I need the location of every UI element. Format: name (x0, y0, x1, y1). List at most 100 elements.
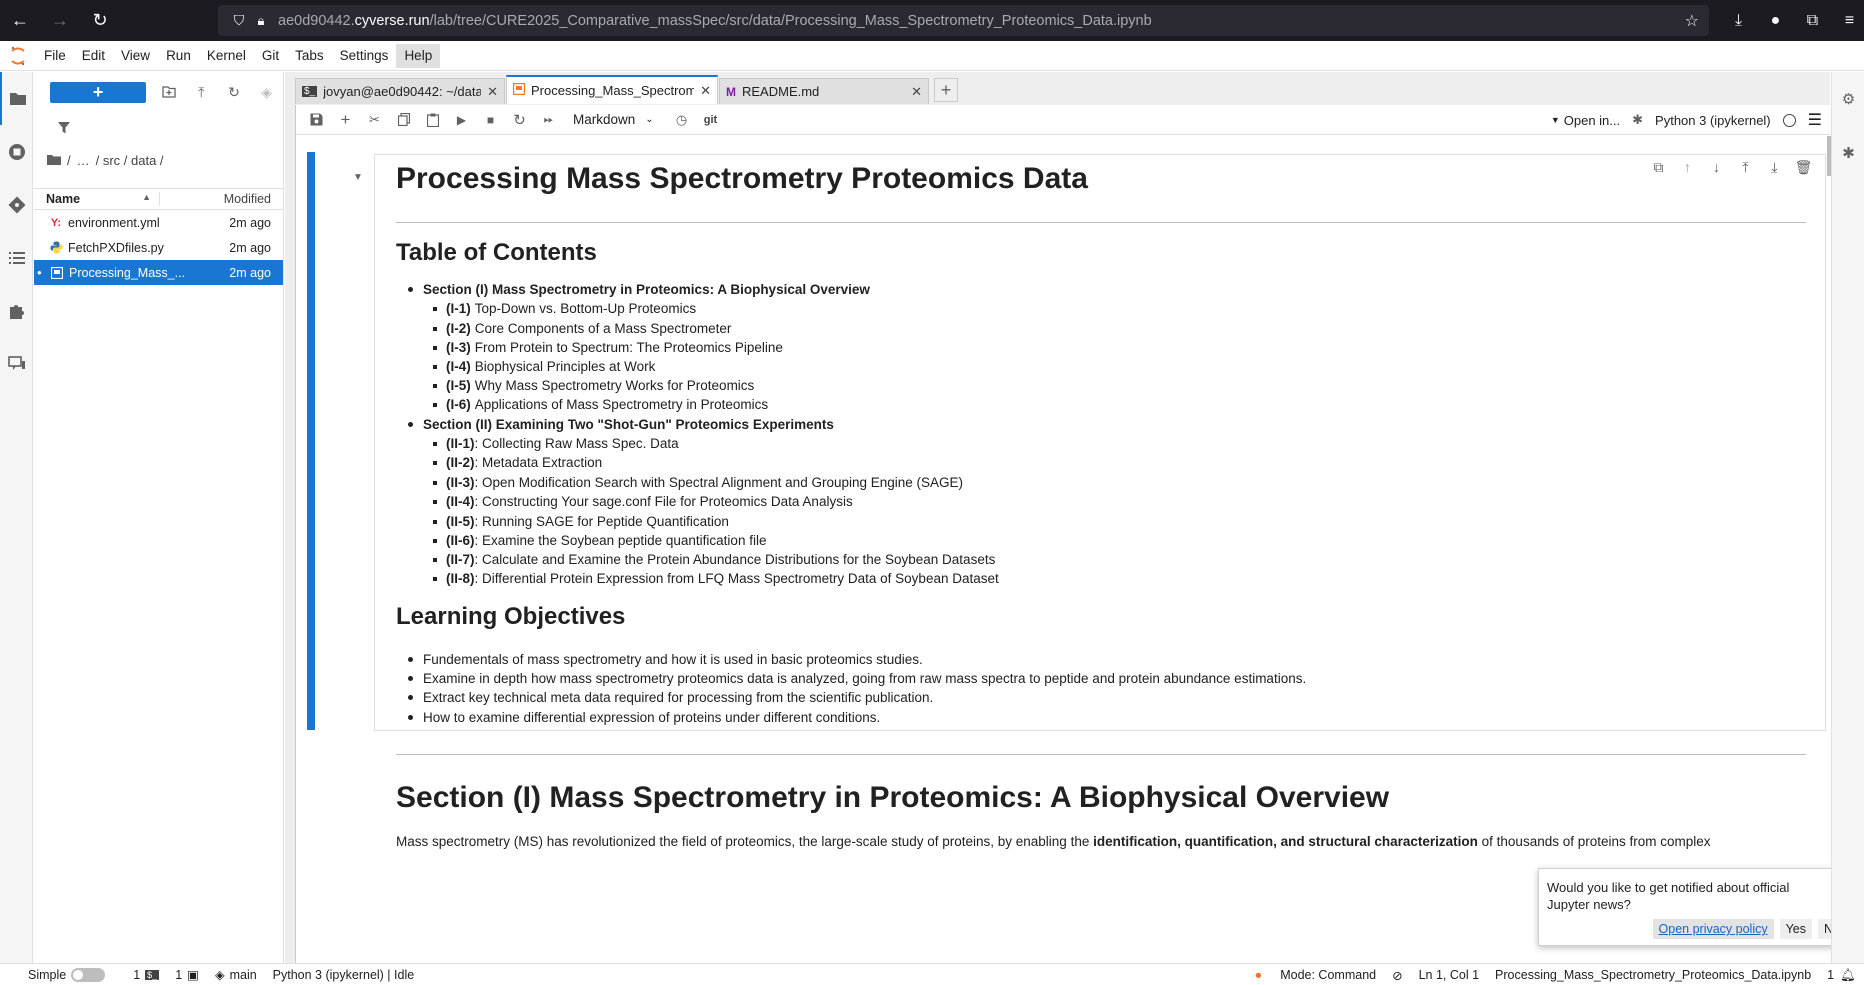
objective-item: Extract key technical meta data required… (408, 690, 933, 705)
app-menu-icon[interactable]: ≡ (1831, 12, 1864, 30)
fast-forward-icon[interactable]: ⏩︎ (534, 105, 563, 135)
cell-type-dropdown[interactable]: Markdown ⌄ (573, 112, 667, 127)
menu-git[interactable]: Git (254, 44, 287, 68)
reload-icon[interactable]: ↻ (80, 0, 120, 41)
tab-readme[interactable]: M README.md ✕ (719, 78, 929, 104)
save-icon[interactable] (302, 105, 331, 135)
filter-icon[interactable] (34, 112, 283, 144)
column-modified-header[interactable]: Modified (160, 192, 283, 206)
kernel-name[interactable]: Python 3 (ipykernel) (1655, 113, 1771, 128)
menu-tabs[interactable]: Tabs (287, 44, 332, 68)
stop-icon[interactable]: ■ (476, 105, 505, 135)
cut-icon[interactable]: ✂ (360, 105, 389, 135)
menu-kernel[interactable]: Kernel (199, 44, 254, 68)
toc-item: (I-4) Biophysical Principles at Work (433, 359, 655, 374)
tab-terminal[interactable]: $_ jovyan@ae0d90442: ~/data- ✕ (295, 78, 505, 104)
restart-icon[interactable]: ↻ (505, 105, 534, 135)
jupyter-news-icon[interactable]: ● (1255, 968, 1263, 982)
tab-notebook[interactable]: Processing_Mass_Spectrome ✕ (506, 75, 718, 104)
open-in-dropdown[interactable]: ▼ Open in... (1551, 113, 1620, 128)
git-branch[interactable]: ◈ main (215, 967, 257, 983)
menu-help[interactable]: Help (396, 43, 441, 68)
menu-file[interactable]: File (36, 44, 74, 68)
breadcrumb-folder-icon[interactable] (47, 153, 61, 168)
terminal-count[interactable]: 1 $_ (133, 968, 160, 982)
trusted-icon[interactable]: ⊘ (1392, 968, 1402, 983)
file-row[interactable]: Y: environment.yml 2m ago (34, 210, 283, 235)
kernel-status[interactable]: Python 3 (ipykernel) | Idle (273, 968, 415, 982)
running-sessions-icon[interactable] (0, 125, 33, 178)
close-icon[interactable]: ✕ (700, 83, 711, 99)
bookmark-star-icon[interactable]: ☆ (1685, 11, 1699, 31)
menu-run[interactable]: Run (158, 44, 199, 68)
notebook-tab-icon (512, 82, 526, 98)
move-up-icon[interactable]: ↑ (1678, 159, 1697, 176)
add-tab-button[interactable]: + (934, 78, 958, 102)
notification-count[interactable]: 1 (1827, 968, 1834, 982)
cell-collapser[interactable] (307, 152, 315, 730)
menu-bar: File Edit View Run Kernel Git Tabs Setti… (0, 41, 1864, 71)
copy-icon[interactable] (389, 105, 418, 135)
menu-settings[interactable]: Settings (332, 44, 397, 68)
file-row[interactable]: FetchPXDfiles.py 2m ago (34, 235, 283, 260)
back-icon[interactable]: ← (0, 0, 40, 41)
downloads-icon[interactable]: ⤓ (1720, 12, 1757, 30)
heading-collapse-icon[interactable]: ▼ (353, 172, 363, 183)
kernel-chip-icon: ▣ (187, 968, 199, 982)
yes-button[interactable]: Yes (1779, 919, 1813, 939)
forward-icon[interactable]: → (40, 0, 80, 41)
menu-view[interactable]: View (113, 44, 158, 68)
move-down-icon[interactable]: ↓ (1707, 159, 1726, 176)
breadcrumb-ellipsis[interactable]: … (77, 153, 90, 168)
toc-item: (II-5): Running SAGE for Peptide Quantif… (433, 514, 729, 529)
shield-icon[interactable]: ⛉ (228, 12, 250, 29)
objective-item: Fundementals of mass spectrometry and ho… (408, 652, 923, 667)
clock-icon[interactable]: ◷ (667, 105, 696, 135)
simple-mode-toggle[interactable] (71, 967, 106, 982)
main-dock-area: $_ jovyan@ae0d90442: ~/data- ✕ Processin… (285, 72, 1831, 963)
upload-icon[interactable]: ⤒ (185, 84, 218, 101)
git-icon[interactable] (0, 178, 33, 231)
git-diff-button[interactable]: git (696, 105, 725, 135)
insert-below-icon[interactable]: ⤓ (1765, 159, 1784, 176)
file-row-selected[interactable]: ● Processing_Mass_... 2m ago (34, 260, 283, 285)
bug-icon[interactable]: ✱ (1632, 112, 1643, 128)
folder-icon[interactable] (0, 72, 33, 125)
column-name-header[interactable]: Name ▲ (34, 192, 160, 206)
new-launcher-button[interactable]: + (50, 81, 147, 103)
simple-mode[interactable]: Simple (28, 967, 106, 982)
git-clone-icon[interactable]: ◈ (250, 84, 283, 101)
section-heading: Section (I) Mass Spectrometry in Proteom… (396, 781, 1390, 814)
breadcrumb-path[interactable]: / src / data / (96, 153, 164, 168)
notebook-panel: + ✂ ▶ ■ ↻ ⏩︎ Markdown ⌄ ◷ git ▼ Open in..… (295, 105, 1831, 963)
delete-cell-icon[interactable]: 🗑︎ (1794, 159, 1813, 176)
menu-edit[interactable]: Edit (74, 44, 113, 68)
duplicate-cell-icon[interactable]: ⧉ (1649, 159, 1668, 176)
run-icon[interactable]: ▶ (447, 105, 476, 135)
debugger-bug-icon[interactable]: ✱ (1832, 126, 1864, 180)
property-inspector-icon[interactable]: ☰ (1808, 110, 1822, 130)
close-icon[interactable]: ✕ (911, 84, 922, 100)
insert-cell-icon[interactable]: + (331, 105, 360, 135)
close-icon[interactable]: ✕ (487, 84, 498, 100)
extension-puzzle-icon[interactable] (0, 284, 33, 337)
table-of-contents-icon[interactable] (0, 231, 33, 284)
new-folder-icon[interactable] (152, 86, 185, 98)
paste-icon[interactable] (418, 105, 447, 135)
lock-icon[interactable]: 🔒︎ (250, 13, 272, 29)
cursor-position[interactable]: Ln 1, Col 1 (1419, 968, 1479, 982)
insert-above-icon[interactable]: ⤒ (1736, 159, 1755, 176)
property-inspector-gear-icon[interactable]: ⚙ (1832, 72, 1864, 126)
extensions-icon[interactable]: ⧉ (1794, 12, 1831, 30)
chat-icon[interactable] (0, 337, 33, 390)
bell-icon[interactable]: 🔔︎ (1840, 968, 1856, 983)
file-modified: 2m ago (229, 240, 271, 255)
refresh-icon[interactable]: ↻ (218, 84, 251, 101)
privacy-policy-link[interactable]: Open privacy policy (1652, 919, 1774, 939)
kernel-count[interactable]: 1 ▣ (175, 967, 199, 983)
section-body-text: Mass spectrometry (MS) has revolutionize… (396, 834, 1711, 849)
url-bar[interactable]: ⛉ 🔒︎ ae0d90442.cyverse.run/lab/tree/CURE… (218, 5, 1709, 36)
breadcrumb-root[interactable]: / (67, 153, 71, 168)
caret-down-icon: ▼ (1550, 115, 1560, 125)
account-icon[interactable]: ● (1757, 12, 1794, 30)
